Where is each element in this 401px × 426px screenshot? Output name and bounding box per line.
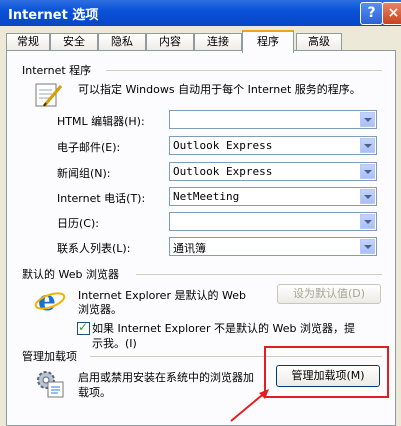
highlight-box (264, 346, 389, 398)
browser-group-divider (136, 274, 382, 275)
check-default-checkbox[interactable] (77, 320, 90, 335)
html-editor-select[interactable] (169, 110, 377, 129)
email-value: Outlook Express (173, 139, 273, 152)
chevron-down-icon[interactable] (360, 239, 375, 254)
tab-connections[interactable]: 连接 (194, 33, 242, 51)
addons-description-line1: 启用或禁用安装在系统中的浏览器加 (78, 371, 254, 384)
contacts-value: 通讯簿 (173, 242, 206, 255)
programs-group-divider (106, 70, 382, 71)
set-default-button[interactable]: 设为默认值(D) (277, 284, 381, 304)
help-button[interactable]: ? (360, 2, 383, 25)
programs-description: 可以指定 Windows 自动用于每个 Internet 服务的程序。 (78, 83, 361, 96)
window-title: Internet 选项 (8, 8, 99, 23)
addons-description-line2: 载项。 (78, 386, 111, 399)
tab-advanced[interactable]: 高级 (296, 33, 342, 51)
addons-group-title: 管理加载项 (22, 350, 77, 363)
chevron-down-icon[interactable] (360, 112, 375, 127)
email-select[interactable]: Outlook Express (169, 136, 377, 155)
chevron-down-icon[interactable] (360, 214, 375, 229)
newsgroup-label: 新闻组(N): (57, 167, 111, 180)
internet-phone-value: NetMeeting (173, 190, 240, 203)
chevron-down-icon[interactable] (360, 189, 375, 204)
check-default-line2: 示我。(I) (92, 337, 137, 350)
email-label: 电子邮件(E): (57, 141, 121, 154)
newsgroup-select[interactable]: Outlook Express (169, 162, 377, 181)
programs-group-title: Internet 程序 (22, 64, 92, 77)
internet-explorer-icon: e (34, 284, 66, 316)
browser-status-line2: 浏览器。 (78, 303, 122, 316)
tab-content[interactable]: 内容 (146, 33, 194, 51)
addons-gear-icon (37, 371, 64, 398)
tab-programs[interactable]: 程序 (242, 30, 294, 53)
calendar-label: 日历(C): (57, 217, 99, 230)
programs-icon (35, 83, 63, 107)
title-bar: Internet 选项 ? × (0, 0, 401, 26)
check-default-line1: 如果 Internet Explorer 不是默认的 Web 浏览器，提 (92, 322, 355, 335)
chevron-down-icon[interactable] (360, 164, 375, 179)
close-button[interactable]: × (382, 2, 401, 25)
tab-security[interactable]: 安全 (50, 33, 98, 51)
internet-phone-label: Internet 电话(T): (57, 192, 146, 205)
annotation-arrow (230, 389, 269, 422)
chevron-down-icon[interactable] (360, 138, 375, 153)
browser-group-title: 默认的 Web 浏览器 (22, 268, 119, 281)
html-editor-label: HTML 编辑器(H): (57, 115, 145, 128)
tab-general[interactable]: 常规 (6, 33, 50, 51)
calendar-select[interactable] (169, 212, 377, 231)
newsgroup-value: Outlook Express (173, 165, 273, 178)
internet-phone-select[interactable]: NetMeeting (169, 187, 377, 206)
contacts-label: 联系人列表(L): (57, 242, 131, 255)
contacts-select[interactable]: 通讯簿 (169, 237, 377, 256)
tab-privacy[interactable]: 隐私 (98, 33, 146, 51)
